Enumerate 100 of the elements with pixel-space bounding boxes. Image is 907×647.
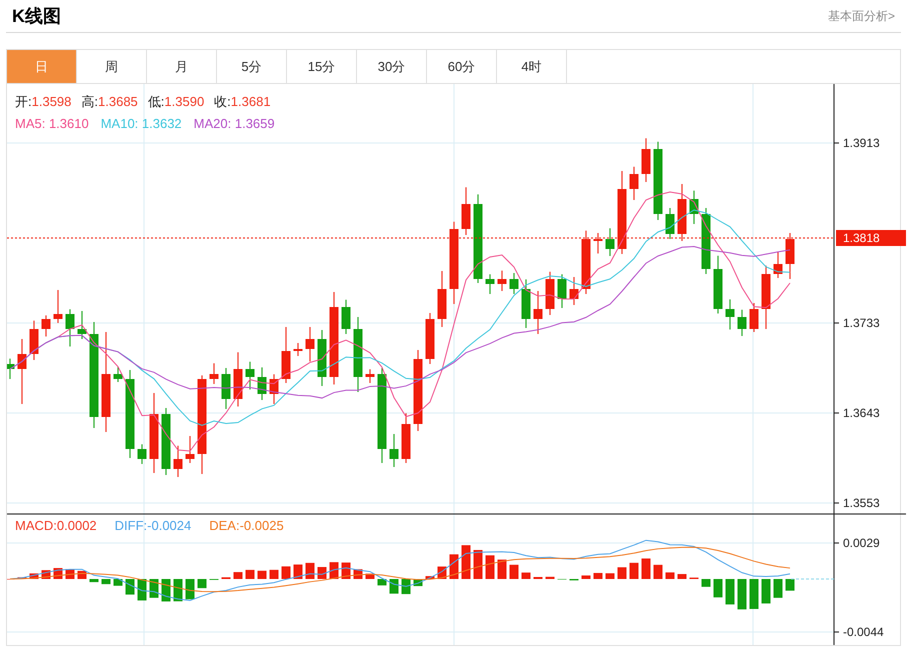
- candlestick: [390, 434, 398, 468]
- macd-legend-value: 0.0002: [56, 517, 97, 535]
- ohlc-value: 1.3590: [164, 93, 204, 111]
- candlestick: [438, 270, 446, 328]
- candlestick: [582, 230, 590, 294]
- macd-bar: [390, 579, 398, 594]
- macd-bar: [378, 579, 386, 586]
- ohlc-label: 高:: [81, 93, 98, 111]
- ohlc-value: 1.3681: [230, 93, 271, 111]
- macd-bar: [582, 575, 590, 579]
- candlestick: [7, 358, 14, 380]
- macd-bar: [774, 579, 782, 598]
- candlestick: [630, 166, 638, 200]
- macd-bar: [114, 579, 122, 586]
- macd-bar: [90, 579, 98, 582]
- macd-bar: [306, 562, 314, 579]
- macd-axis-label: 0.0029: [843, 536, 880, 550]
- macd-bar: [750, 579, 758, 609]
- macd-bar: [294, 564, 302, 579]
- macd-legend-value: -0.0025: [240, 517, 284, 535]
- macd-bar: [726, 579, 734, 604]
- macd-bar: [714, 579, 722, 598]
- macd-bar: [174, 579, 182, 602]
- candlestick: [642, 138, 650, 182]
- candlestick: [186, 436, 194, 464]
- candlestick: [306, 326, 314, 362]
- candlestick: [774, 252, 782, 278]
- macd-bar: [138, 579, 146, 600]
- candlestick: [462, 186, 470, 236]
- macd-bar: [510, 564, 518, 579]
- macd-bar: [738, 579, 746, 610]
- macd-bar: [366, 574, 374, 579]
- macd-bar: [762, 579, 770, 604]
- candlestick: [138, 444, 146, 464]
- macd-bar: [318, 567, 326, 579]
- moving-average-legend: MA10: 1.3632: [100, 114, 182, 133]
- macd-bar: [702, 579, 710, 587]
- macd-bar: [186, 579, 194, 600]
- macd-bar: [594, 572, 602, 579]
- ohlc-value: 1.3598: [32, 93, 72, 111]
- zero-line: [790, 578, 834, 580]
- macd-bar: [402, 579, 410, 594]
- macd-bar: [474, 550, 482, 579]
- candlestick: [726, 298, 734, 330]
- candlestick: [402, 412, 410, 464]
- candlestick: [78, 310, 86, 340]
- candlestick: [174, 445, 182, 478]
- candlestick: [486, 274, 494, 294]
- candlestick: [366, 368, 374, 384]
- candlestick: [114, 366, 122, 382]
- macd-bar: [618, 567, 626, 579]
- macd-bar: [198, 579, 206, 588]
- macd-bar: [498, 560, 506, 579]
- candlestick: [210, 362, 218, 384]
- candlestick: [426, 312, 434, 364]
- candlestick: [282, 326, 290, 384]
- candlestick: [786, 232, 794, 280]
- macd-bar: [426, 576, 434, 579]
- candlestick: [222, 368, 230, 410]
- candlestick: [594, 232, 602, 254]
- price-axis-label: 1.3733: [843, 316, 880, 330]
- macd-axis-label: -0.0044: [843, 625, 884, 639]
- candlestick: [522, 278, 530, 328]
- candlestick: [690, 190, 698, 224]
- candlestick: [162, 408, 170, 476]
- macd-bar: [162, 579, 170, 602]
- current-price-badge: 1.3818: [836, 230, 906, 246]
- macd-bar: [606, 573, 614, 579]
- macd-bar: [234, 572, 242, 579]
- candlestick: [54, 290, 62, 324]
- macd-bar: [126, 579, 134, 595]
- macd-legend-label: DEA:: [209, 517, 240, 535]
- candlestick: [558, 274, 566, 308]
- candlestick: [18, 338, 26, 404]
- candlestick: [270, 374, 278, 404]
- moving-average-legend: MA20: 1.3659: [194, 114, 275, 133]
- price-axis-label: 1.3913: [843, 136, 880, 150]
- macd-bar: [678, 574, 686, 579]
- candlestick: [570, 276, 578, 306]
- price-axis-label: 1.3643: [843, 406, 880, 420]
- candlestick: [510, 272, 518, 294]
- ohlc-label: 开:: [15, 93, 32, 111]
- macd-bar: [666, 572, 674, 579]
- candlestick: [738, 309, 746, 336]
- candlestick: [66, 308, 74, 347]
- macd-bar: [270, 570, 278, 579]
- macd-legend-label: DIFF:: [114, 517, 148, 535]
- candlestick: [762, 265, 770, 330]
- candlestick: [666, 208, 674, 240]
- macd-bar: [450, 554, 458, 579]
- fundamental-analysis-link[interactable]: 基本面分析>: [828, 7, 895, 25]
- ohlc-label: 收:: [214, 93, 231, 111]
- candlestick: [42, 314, 50, 337]
- candlestick: [294, 342, 302, 356]
- macd-bar: [462, 545, 470, 579]
- candlestick: [702, 208, 710, 274]
- macd-bar: [642, 558, 650, 579]
- macd-bar: [630, 562, 638, 579]
- macd-bar: [486, 555, 494, 579]
- candlestick: [498, 270, 506, 292]
